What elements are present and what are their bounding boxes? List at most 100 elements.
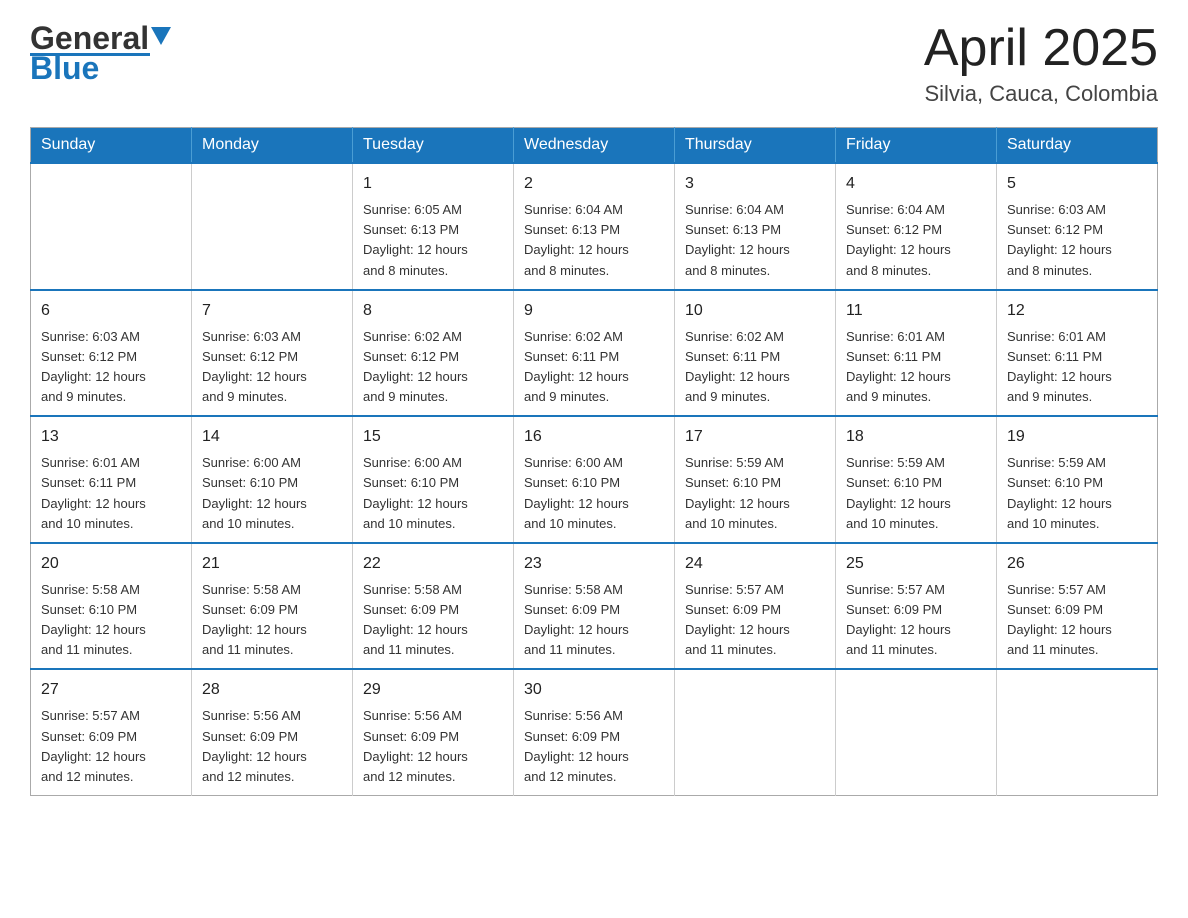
calendar-cell <box>997 669 1158 795</box>
day-number: 1 <box>363 172 503 196</box>
day-info: Sunrise: 5:58 AM Sunset: 6:10 PM Dayligh… <box>41 580 181 661</box>
calendar-cell: 3 Sunrise: 6:04 AM Sunset: 6:13 PM Daylig… <box>675 163 836 290</box>
calendar-cell: 16 Sunrise: 6:00 AM Sunset: 6:10 PM Dayli… <box>514 416 675 543</box>
day-number: 5 <box>1007 172 1147 196</box>
calendar-cell <box>836 669 997 795</box>
day-number: 30 <box>524 678 664 702</box>
day-number: 9 <box>524 299 664 323</box>
day-info: Sunrise: 5:58 AM Sunset: 6:09 PM Dayligh… <box>524 580 664 661</box>
calendar-cell: 23 Sunrise: 5:58 AM Sunset: 6:09 PM Dayli… <box>514 543 675 670</box>
calendar-cell: 9 Sunrise: 6:02 AM Sunset: 6:11 PM Daylig… <box>514 290 675 417</box>
day-info: Sunrise: 5:56 AM Sunset: 6:09 PM Dayligh… <box>524 706 664 787</box>
day-number: 7 <box>202 299 342 323</box>
calendar-cell: 2Sunrise: 6:04 AM Sunset: 6:13 PM Daylig… <box>514 163 675 290</box>
day-number: 28 <box>202 678 342 702</box>
calendar-cell: 6 Sunrise: 6:03 AM Sunset: 6:12 PM Daylig… <box>31 290 192 417</box>
calendar-cell: 17 Sunrise: 5:59 AM Sunset: 6:10 PM Dayli… <box>675 416 836 543</box>
day-info: Sunrise: 6:04 AM Sunset: 6:12 PM Dayligh… <box>846 200 986 281</box>
calendar-cell: 18Sunrise: 5:59 AM Sunset: 6:10 PM Dayli… <box>836 416 997 543</box>
day-info: Sunrise: 5:57 AM Sunset: 6:09 PM Dayligh… <box>685 580 825 661</box>
calendar-cell: 4 Sunrise: 6:04 AM Sunset: 6:12 PM Daylig… <box>836 163 997 290</box>
day-info: Sunrise: 6:01 AM Sunset: 6:11 PM Dayligh… <box>846 327 986 408</box>
day-info: Sunrise: 6:01 AM Sunset: 6:11 PM Dayligh… <box>41 453 181 534</box>
day-info: Sunrise: 6:00 AM Sunset: 6:10 PM Dayligh… <box>524 453 664 534</box>
day-number: 14 <box>202 425 342 449</box>
day-number: 29 <box>363 678 503 702</box>
day-number: 16 <box>524 425 664 449</box>
day-info: Sunrise: 6:00 AM Sunset: 6:10 PM Dayligh… <box>202 453 342 534</box>
day-number: 23 <box>524 552 664 576</box>
day-info: Sunrise: 5:57 AM Sunset: 6:09 PM Dayligh… <box>846 580 986 661</box>
day-number: 22 <box>363 552 503 576</box>
day-number: 19 <box>1007 425 1147 449</box>
calendar-cell: 27 Sunrise: 5:57 AM Sunset: 6:09 PM Dayli… <box>31 669 192 795</box>
day-info: Sunrise: 5:56 AM Sunset: 6:09 PM Dayligh… <box>363 706 503 787</box>
calendar-cell: 26Sunrise: 5:57 AM Sunset: 6:09 PM Dayli… <box>997 543 1158 670</box>
day-number: 24 <box>685 552 825 576</box>
header-monday: Monday <box>192 128 353 164</box>
calendar-week-row: 1 Sunrise: 6:05 AM Sunset: 6:13 PM Daylig… <box>31 163 1158 290</box>
calendar-week-row: 6 Sunrise: 6:03 AM Sunset: 6:12 PM Daylig… <box>31 290 1158 417</box>
day-number: 6 <box>41 299 181 323</box>
calendar-cell: 25 Sunrise: 5:57 AM Sunset: 6:09 PM Dayli… <box>836 543 997 670</box>
calendar-cell: 19 Sunrise: 5:59 AM Sunset: 6:10 PM Dayli… <box>997 416 1158 543</box>
day-number: 3 <box>685 172 825 196</box>
day-info: Sunrise: 5:59 AM Sunset: 6:10 PM Dayligh… <box>685 453 825 534</box>
calendar-cell: 1 Sunrise: 6:05 AM Sunset: 6:13 PM Daylig… <box>353 163 514 290</box>
day-info: Sunrise: 6:03 AM Sunset: 6:12 PM Dayligh… <box>41 327 181 408</box>
calendar-week-row: 13Sunrise: 6:01 AM Sunset: 6:11 PM Dayli… <box>31 416 1158 543</box>
day-number: 4 <box>846 172 986 196</box>
logo: General Blue <box>30 20 171 87</box>
calendar-cell: 15Sunrise: 6:00 AM Sunset: 6:10 PM Dayli… <box>353 416 514 543</box>
calendar-cell: 24 Sunrise: 5:57 AM Sunset: 6:09 PM Dayli… <box>675 543 836 670</box>
day-number: 11 <box>846 299 986 323</box>
calendar-week-row: 20 Sunrise: 5:58 AM Sunset: 6:10 PM Dayli… <box>31 543 1158 670</box>
day-info: Sunrise: 6:01 AM Sunset: 6:11 PM Dayligh… <box>1007 327 1147 408</box>
calendar-cell: 28 Sunrise: 5:56 AM Sunset: 6:09 PM Dayli… <box>192 669 353 795</box>
calendar-cell <box>31 163 192 290</box>
day-info: Sunrise: 5:56 AM Sunset: 6:09 PM Dayligh… <box>202 706 342 787</box>
location-subtitle: Silvia, Cauca, Colombia <box>924 81 1158 107</box>
calendar-cell: 7 Sunrise: 6:03 AM Sunset: 6:12 PM Daylig… <box>192 290 353 417</box>
day-number: 20 <box>41 552 181 576</box>
day-info: Sunrise: 6:02 AM Sunset: 6:11 PM Dayligh… <box>524 327 664 408</box>
calendar-cell: 13Sunrise: 6:01 AM Sunset: 6:11 PM Dayli… <box>31 416 192 543</box>
day-info: Sunrise: 6:02 AM Sunset: 6:11 PM Dayligh… <box>685 327 825 408</box>
logo-triangle-icon <box>151 27 171 50</box>
day-info: Sunrise: 6:03 AM Sunset: 6:12 PM Dayligh… <box>202 327 342 408</box>
calendar-week-row: 27 Sunrise: 5:57 AM Sunset: 6:09 PM Dayli… <box>31 669 1158 795</box>
header-tuesday: Tuesday <box>353 128 514 164</box>
day-number: 27 <box>41 678 181 702</box>
day-info: Sunrise: 5:59 AM Sunset: 6:10 PM Dayligh… <box>846 453 986 534</box>
calendar-cell: 11 Sunrise: 6:01 AM Sunset: 6:11 PM Dayli… <box>836 290 997 417</box>
calendar-cell: 14 Sunrise: 6:00 AM Sunset: 6:10 PM Dayli… <box>192 416 353 543</box>
header-wednesday: Wednesday <box>514 128 675 164</box>
calendar-table: SundayMondayTuesdayWednesdayThursdayFrid… <box>30 127 1158 796</box>
day-number: 21 <box>202 552 342 576</box>
day-info: Sunrise: 6:03 AM Sunset: 6:12 PM Dayligh… <box>1007 200 1147 281</box>
day-info: Sunrise: 6:04 AM Sunset: 6:13 PM Dayligh… <box>685 200 825 281</box>
day-info: Sunrise: 5:58 AM Sunset: 6:09 PM Dayligh… <box>202 580 342 661</box>
calendar-cell: 21 Sunrise: 5:58 AM Sunset: 6:09 PM Dayli… <box>192 543 353 670</box>
calendar-cell: 20 Sunrise: 5:58 AM Sunset: 6:10 PM Dayli… <box>31 543 192 670</box>
day-info: Sunrise: 5:58 AM Sunset: 6:09 PM Dayligh… <box>363 580 503 661</box>
page-header: General Blue April 2025 Silvia, Cauca, C… <box>30 20 1158 107</box>
header-saturday: Saturday <box>997 128 1158 164</box>
day-number: 8 <box>363 299 503 323</box>
day-info: Sunrise: 5:57 AM Sunset: 6:09 PM Dayligh… <box>1007 580 1147 661</box>
header-sunday: Sunday <box>31 128 192 164</box>
day-info: Sunrise: 5:59 AM Sunset: 6:10 PM Dayligh… <box>1007 453 1147 534</box>
day-number: 15 <box>363 425 503 449</box>
day-number: 25 <box>846 552 986 576</box>
day-info: Sunrise: 5:57 AM Sunset: 6:09 PM Dayligh… <box>41 706 181 787</box>
day-info: Sunrise: 6:02 AM Sunset: 6:12 PM Dayligh… <box>363 327 503 408</box>
title-area: April 2025 Silvia, Cauca, Colombia <box>924 20 1158 107</box>
header-friday: Friday <box>836 128 997 164</box>
day-number: 2 <box>524 172 664 196</box>
calendar-cell: 10Sunrise: 6:02 AM Sunset: 6:11 PM Dayli… <box>675 290 836 417</box>
day-number: 17 <box>685 425 825 449</box>
day-number: 12 <box>1007 299 1147 323</box>
calendar-header-row: SundayMondayTuesdayWednesdayThursdayFrid… <box>31 128 1158 164</box>
logo-blue-text: Blue <box>30 50 99 87</box>
day-info: Sunrise: 6:05 AM Sunset: 6:13 PM Dayligh… <box>363 200 503 281</box>
